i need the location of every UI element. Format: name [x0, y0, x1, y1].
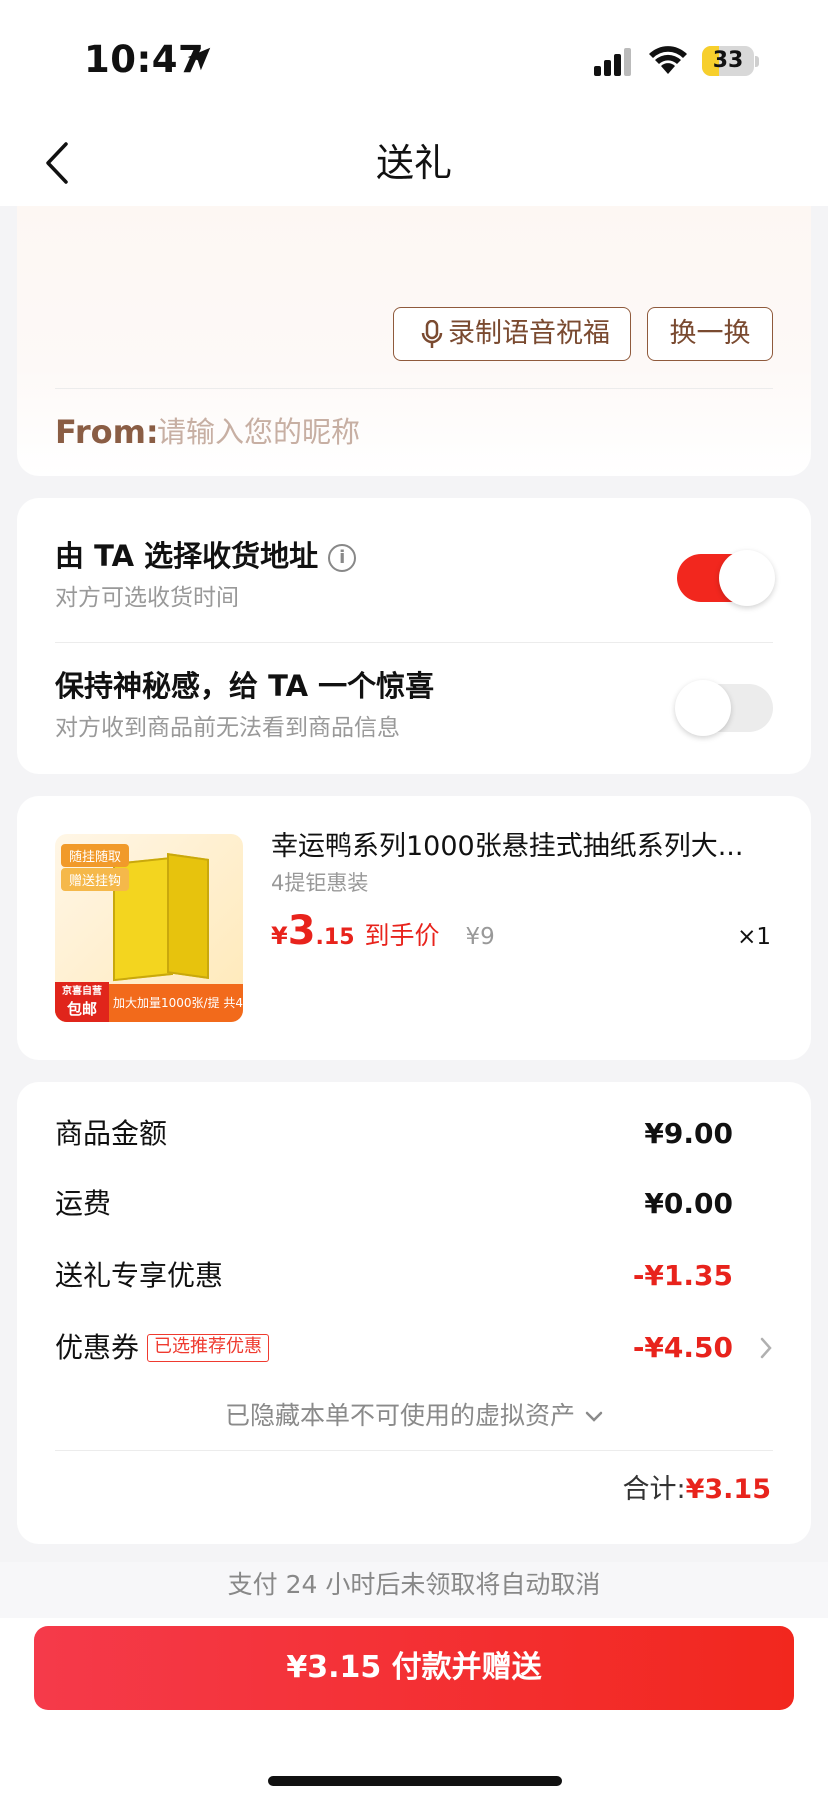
pay-and-gift-button[interactable]: ¥3.15 付款并赠送	[34, 1626, 794, 1710]
image-tag: 赠送挂钩	[61, 868, 130, 891]
bottom-bar: ¥3.15 付款并赠送	[0, 1618, 828, 1796]
product-spec: 4提钜惠装	[271, 871, 369, 895]
battery-level-text: 33	[712, 48, 744, 73]
page-title: 送礼	[375, 141, 452, 185]
product-image[interactable]: 随挂随取 赠送挂钩 京喜自营 包邮 加大加量1000张/提 共4提	[55, 834, 243, 1022]
original-price: ¥9	[465, 924, 495, 950]
product-price: ¥3.15 到手价 ¥9	[271, 908, 495, 954]
divider	[55, 388, 773, 389]
signal-icon	[594, 48, 631, 76]
surprise-toggle[interactable]	[675, 680, 773, 736]
total-value: ¥3.15	[685, 1474, 771, 1505]
fee-row-subtotal: 商品金额 ¥9.00	[55, 1117, 733, 1150]
image-tag: 随挂随取	[61, 844, 130, 867]
choose-address-toggle[interactable]	[677, 550, 775, 606]
status-bar: 10:47 33	[0, 0, 828, 120]
nav-bar: 送礼	[0, 120, 828, 206]
info-circle-icon[interactable]: i	[328, 544, 357, 572]
battery-icon: 33	[702, 46, 759, 78]
product-card[interactable]: 随挂随取 赠送挂钩 京喜自营 包邮 加大加量1000张/提 共4提 幸运鸭系列1…	[17, 796, 811, 1060]
product-name: 幸运鸭系列1000张悬挂式抽纸系列大...	[271, 831, 744, 862]
greeting-card: 录制语音祝福 换一换 From:	[17, 206, 811, 476]
total-label: 合计:	[622, 1474, 686, 1505]
fees-card: 商品金额 ¥9.00 运费 ¥0.00 送礼专享优惠 -¥1.35 优惠券 已选…	[17, 1082, 811, 1544]
product-quantity: ×1	[737, 924, 771, 950]
image-caption: 加大加量1000张/提 共4提	[113, 996, 243, 1010]
surprise-subtitle: 对方收到商品前无法看到商品信息	[55, 715, 400, 741]
record-voice-label: 录制语音祝福	[448, 318, 610, 349]
divider	[55, 642, 773, 643]
self-operated-badge: 京喜自营 包邮	[55, 982, 109, 1022]
microphone-icon	[421, 320, 443, 348]
home-indicator	[268, 1776, 562, 1786]
nickname-input[interactable]	[157, 410, 557, 454]
fee-row-coupon[interactable]: 优惠券 已选推荐优惠 -¥4.50	[55, 1326, 773, 1370]
total-row: 合计:¥3.15	[622, 1470, 771, 1510]
swap-message-button[interactable]: 换一换	[647, 307, 773, 361]
hidden-assets-toggle[interactable]: 已隐藏本单不可使用的虚拟资产	[17, 1398, 811, 1434]
record-voice-button[interactable]: 录制语音祝福	[393, 307, 631, 361]
choose-address-subtitle: 对方可选收货时间	[55, 585, 239, 611]
surprise-title: 保持神秘感，给 TA 一个惊喜	[55, 669, 435, 703]
chevron-down-icon	[585, 1411, 603, 1422]
options-card: 由 TA 选择收货地址 i 对方可选收货时间 保持神秘感，给 TA 一个惊喜 对方…	[17, 498, 811, 774]
location-arrow-icon	[187, 47, 211, 71]
auto-cancel-notice: 支付 24 小时后未领取将自动取消	[0, 1562, 828, 1620]
fee-row-gift-discount: 送礼专享优惠 -¥1.35	[55, 1259, 733, 1292]
wifi-icon	[649, 46, 687, 74]
coupon-badge: 已选推荐优惠	[147, 1334, 269, 1362]
fee-row-shipping: 运费 ¥0.00	[55, 1187, 733, 1220]
from-label: From:	[55, 413, 159, 451]
divider	[55, 1450, 773, 1451]
chevron-right-icon[interactable]	[759, 1336, 773, 1360]
choose-address-title: 由 TA 选择收货地址 i	[55, 536, 357, 576]
price-tag: 到手价	[364, 921, 440, 950]
